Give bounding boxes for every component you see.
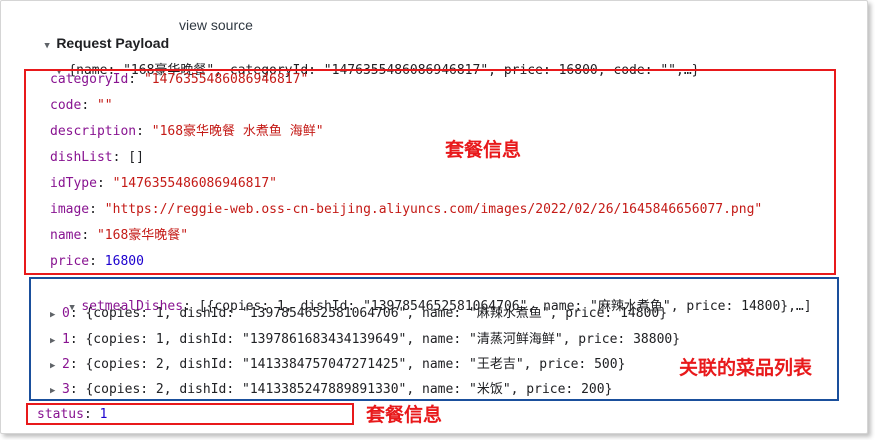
view-source-link[interactable]: view source bbox=[179, 16, 253, 34]
setmeal-info-highlight bbox=[24, 69, 836, 275]
dish-list-annotation: 关联的菜品列表 bbox=[679, 357, 813, 379]
devtools-payload-panel: ▼ Request Payload view source ▼ {name: "16… bbox=[0, 0, 868, 434]
status-annotation: 套餐信息 bbox=[366, 404, 443, 426]
status-highlight bbox=[26, 403, 354, 425]
dish-list-highlight bbox=[29, 277, 839, 401]
setmeal-info-annotation: 套餐信息 bbox=[445, 139, 522, 161]
